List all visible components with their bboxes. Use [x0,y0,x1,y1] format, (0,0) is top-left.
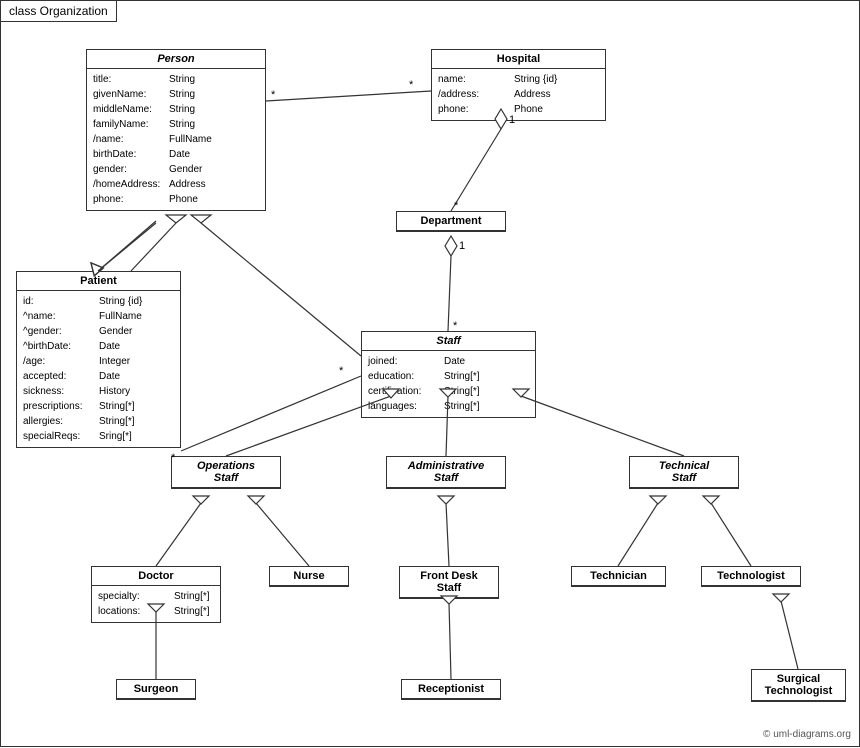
class-staff: Staff joined:Date education:String[*] ce… [361,331,536,418]
class-person-attrs: title:String givenName:String middleName… [87,69,265,210]
class-patient-attrs: id:String {id} ^name:FullName ^gender:Ge… [17,291,180,447]
class-surgical-technologist: Surgical Technologist [751,669,846,702]
class-surgeon-name: Surgeon [117,680,195,699]
class-person: Person title:String givenName:String mid… [86,49,266,211]
class-person-name: Person [87,50,265,69]
class-department-name: Department [397,212,505,231]
class-operations-staff-name: Operations Staff [172,457,280,488]
class-administrative-staff: Administrative Staff [386,456,506,489]
class-doctor: Doctor specialty:String[*] locations:Str… [91,566,221,623]
svg-text:*: * [339,365,344,377]
class-technician: Technician [571,566,666,587]
class-technologist: Technologist [701,566,801,587]
copyright: © uml-diagrams.org [763,729,851,740]
class-technologist-name: Technologist [702,567,800,586]
class-hospital-attrs: name:String {id} /address:Address phone:… [432,69,605,120]
class-doctor-attrs: specialty:String[*] locations:String[*] [92,586,220,622]
svg-text:1: 1 [459,240,465,252]
class-front-desk-staff: Front Desk Staff [399,566,499,599]
class-doctor-name: Doctor [92,567,220,586]
class-technical-staff-name: Technical Staff [630,457,738,488]
diagram-title: class Organization [1,1,117,22]
class-surgeon: Surgeon [116,679,196,700]
class-front-desk-staff-name: Front Desk Staff [400,567,498,598]
class-receptionist: Receptionist [401,679,501,700]
class-patient-name: Patient [17,272,180,291]
class-nurse-name: Nurse [270,567,348,586]
class-receptionist-name: Receptionist [402,680,500,699]
class-department: Department [396,211,506,232]
svg-text:*: * [271,89,276,101]
class-administrative-staff-name: Administrative Staff [387,457,505,488]
class-hospital: Hospital name:String {id} /address:Addre… [431,49,606,121]
class-patient: Patient id:String {id} ^name:FullName ^g… [16,271,181,448]
class-staff-attrs: joined:Date education:String[*] certific… [362,351,535,417]
class-operations-staff: Operations Staff [171,456,281,489]
diagram-container: class Organization Person title:String g… [0,0,860,747]
class-hospital-name: Hospital [432,50,605,69]
class-technician-name: Technician [572,567,665,586]
svg-text:*: * [409,79,414,91]
class-surgical-technologist-name: Surgical Technologist [752,670,845,701]
class-technical-staff: Technical Staff [629,456,739,489]
class-nurse: Nurse [269,566,349,587]
class-staff-name: Staff [362,332,535,351]
